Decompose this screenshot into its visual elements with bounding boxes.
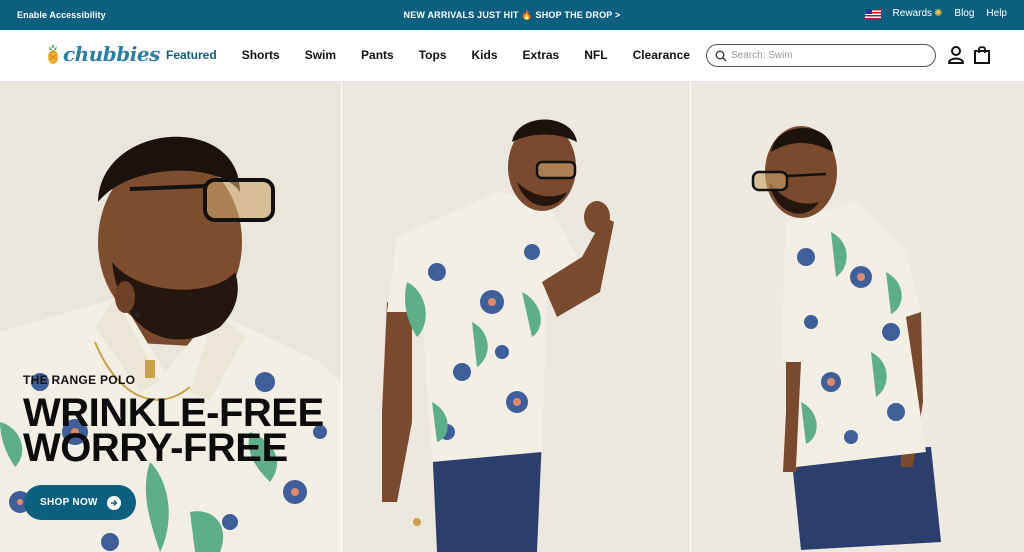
hero-eyebrow: THE RANGE POLO: [23, 373, 136, 387]
nav-item-extras[interactable]: Extras: [523, 48, 560, 62]
blog-link[interactable]: Blog: [954, 8, 974, 19]
hero-banner[interactable]: THE RANGE POLO WRINKLE-FREE WORRY-FREE S…: [0, 82, 1024, 552]
nav-item-shorts[interactable]: Shorts: [242, 48, 280, 62]
nav-item-clearance[interactable]: Clearance: [633, 48, 690, 62]
shop-now-label: SHOP NOW: [40, 497, 98, 508]
announcement-bar: Enable Accessibility NEW ARRIVALS JUST H…: [0, 0, 1024, 30]
hero-headline-line-2: WORRY-FREE: [23, 426, 288, 470]
search-input[interactable]: [731, 50, 921, 61]
nav-item-swim[interactable]: Swim: [305, 48, 336, 62]
shop-now-button[interactable]: SHOP NOW: [24, 485, 136, 520]
hero-image-back: [691, 82, 1024, 552]
user-icon[interactable]: [946, 45, 966, 65]
hero-image-front: [342, 82, 690, 552]
brand-logo[interactable]: chubbies: [45, 42, 160, 66]
model-back-illustration: [691, 82, 1024, 552]
nav-item-featured[interactable]: Featured: [166, 48, 217, 62]
hero-headline: WRINKLE-FREE WORRY-FREE: [23, 393, 324, 470]
rewards-link[interactable]: Rewards ✺: [893, 8, 943, 19]
search-icon[interactable]: [715, 50, 727, 62]
hero-copy: THE RANGE POLO WRINKLE-FREE WORRY-FREE: [23, 373, 324, 470]
search-bar[interactable]: [706, 44, 936, 67]
pineapple-icon: [48, 44, 58, 64]
utility-links: Rewards ✺ Blog Help: [864, 8, 1007, 19]
brand-wordmark: chubbies: [63, 42, 160, 66]
nav-item-pants[interactable]: Pants: [361, 48, 394, 62]
hero-image-closeup: [0, 82, 341, 552]
nav-item-kids[interactable]: Kids: [472, 48, 498, 62]
sun-icon: ✺: [934, 8, 943, 19]
category-menu: Featured Shorts Swim Pants Tops Kids Ext…: [166, 48, 715, 62]
arrow-right-icon: [106, 495, 121, 510]
nav-item-tops[interactable]: Tops: [419, 48, 447, 62]
main-navigation: chubbies Featured Shorts Swim Pants Tops…: [0, 30, 1024, 82]
model-front-illustration: [342, 82, 690, 552]
nav-item-nfl[interactable]: NFL: [584, 48, 607, 62]
us-flag-icon[interactable]: [864, 8, 881, 19]
model-closeup-illustration: [0, 82, 341, 552]
help-link[interactable]: Help: [986, 8, 1007, 19]
shopping-bag-icon[interactable]: [972, 45, 992, 65]
rewards-label: Rewards: [892, 8, 933, 19]
